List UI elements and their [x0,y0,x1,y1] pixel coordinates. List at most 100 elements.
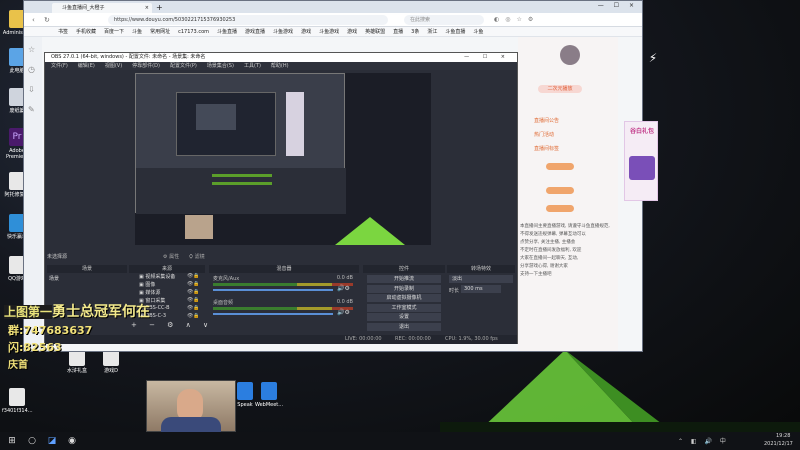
panel-paragraph-line: 分享游戏心得, 谢谢大家 [520,264,568,269]
window-controls[interactable]: — ☐ × [598,2,638,9]
panel-paragraph-line: 本直播间主要直播游戏, 请遵守斗鱼直播规范, [520,224,610,229]
history-icon[interactable]: ◷ [28,65,35,74]
new-tab-icon[interactable]: + [156,3,163,12]
obs-menu-item[interactable]: 编辑(E) [78,63,95,69]
refresh-icon[interactable]: ↻ [44,16,50,24]
bookmark-item[interactable]: c17173.com [178,29,209,35]
search-input[interactable]: 在此搜索 [404,15,484,25]
obs-menu-item[interactable]: 配置文件(P) [170,63,197,69]
mixer-meter-0 [213,283,353,286]
download-icon[interactable]: ⇩ [28,85,35,94]
panel-paragraph: 本直播间主要直播游戏, 请遵守斗鱼直播规范, 不得发送违规弹幕, 弹幕互动可以 点赞… [520,223,614,279]
mixer-slider-0[interactable] [213,289,333,291]
add-source-icon[interactable]: + − ⚙ ∧ ∨ [131,321,213,329]
bookmark-item[interactable]: 百度一下 [104,29,124,35]
obs-menu-item[interactable]: 视图(V) [105,63,122,69]
bookmark-item[interactable]: 斗鱼 [132,29,142,35]
bookmark-item[interactable]: 斗鱼游戏 [273,29,293,35]
visibility-eye-icon[interactable]: 👁🔒 [187,297,200,303]
obs-taskbar-icon[interactable]: ◉ [66,435,78,447]
control-button[interactable]: 设置 [367,313,441,321]
star-icon[interactable]: ☆ [28,45,35,54]
bookmark-item[interactable]: 游戏直播 [245,29,265,35]
source-item[interactable]: ▣ 媒体源 [139,289,160,296]
control-button[interactable]: 启动虚拟摄像机 [367,294,441,302]
extensions-icons[interactable]: ◐◎☆⚙ [494,16,539,23]
panel-line-0: 直播间公告 [534,118,560,124]
panel-pill-2[interactable] [546,205,574,212]
overlay-line3: 庆首 [8,360,28,371]
obs-filters-icon[interactable]: ⛭ 滤镜 [189,253,205,260]
obs-window-controls[interactable]: — ☐ × [464,53,511,62]
bookmark-item[interactable]: 手机收藏 [76,29,96,35]
page-side-panel: 二次元播放 直播间公告 热门活动 直播间标签 本直播间主要直播游戏, 请遵守斗鱼… [518,37,618,351]
gift-badge[interactable]: 谷白礼包 [624,121,658,201]
transition-duration-input[interactable]: 300 ms [461,285,501,293]
speaker-icon-0[interactable]: 🔊⚙ [337,285,350,292]
obs-properties-icon[interactable]: ⚙ 属性 [163,253,179,260]
bookmark-item[interactable]: 斗鱼直播 [445,29,465,35]
obs-titlebar: OBS 27.0.1 (64-bit, windows) - 配置文件: 未命名… [45,53,517,62]
scene-item[interactable]: 场景 [49,275,59,282]
file-icon [9,388,25,406]
control-button[interactable]: 开始录制 [367,284,441,293]
panel-pill-0[interactable] [546,163,574,170]
panel-paragraph-line: 点赞分享, 关注主播, 主播会 [520,240,576,245]
bookmark-item[interactable]: 游戏 [301,29,311,35]
streamer-avatar[interactable] [560,45,580,65]
panel-title-controls: 控件 [363,265,445,273]
desktop-icon-file[interactable]: f3401f314... [2,388,33,414]
speaker-icon-1[interactable]: 🔊⚙ [337,309,350,316]
bookmark-item[interactable]: 游戏 [347,29,357,35]
browser-tab[interactable]: 斗鱼直播间_大橙子 × [52,3,152,13]
transition-select[interactable]: 淡出 [449,275,513,283]
pc-play-button[interactable]: 二次元播放 [538,85,582,93]
control-button[interactable]: 退出 [367,322,441,331]
obs-menu-item[interactable]: 帮助(H) [271,63,289,69]
panel-line-2: 直播间标签 [534,146,560,152]
visibility-eye-icon[interactable]: 👁🔒 [187,281,200,287]
back-icon[interactable]: ‹ [32,16,35,24]
desktop-icon-webmeet[interactable]: WebMeet... [254,382,284,408]
overlay-title: 上图第一勇士总冠军何在 [4,304,151,320]
obs-source-label: 未选择源 [47,254,68,260]
bookmark-item[interactable]: 斗鱼 [473,29,483,35]
note-icon[interactable]: ✎ [28,105,35,114]
panel-paragraph-line: 大家在直播间一起聊天, 互动, [520,256,579,261]
speak-app-icon [237,382,253,400]
close-tab-icon[interactable]: × [145,3,149,13]
source-item[interactable]: ▣ 图像 [139,281,155,288]
bookmark-item[interactable]: 英雄联盟 [365,29,385,35]
bookmark-item[interactable]: 书签 [58,29,68,35]
bookmark-item[interactable]: 常用网址 [150,29,170,35]
obs-menu-item[interactable]: 文件(F) [51,63,68,69]
bookmark-item[interactable]: 直播 [393,29,403,35]
visibility-eye-icon[interactable]: 👁🔒 [187,305,200,311]
obs-menu-item[interactable]: 停靠部件(D) [132,63,160,69]
search-icon[interactable]: ○ [26,435,38,447]
panel-title-transitions: 转场特效 [447,265,515,273]
bookmark-item[interactable]: 浙江 [427,29,437,35]
task-view-icon[interactable]: ◪ [46,435,58,447]
panel-pill-1[interactable] [546,187,574,194]
source-item[interactable]: ▣ 视频采集设备 [139,273,175,280]
visibility-eye-icon[interactable]: 👁🔒 [187,289,200,295]
obs-menu-item[interactable]: 场景集合(S) [207,63,234,69]
bookmark-item[interactable]: 3条 [411,29,419,35]
windows-start-icon[interactable]: ⊞ [6,435,18,447]
mixer-track-1: 桌面音频 0.0 dB [213,299,353,306]
panel-title-sources: 来源 [129,265,205,273]
visibility-eye-icon[interactable]: 👁🔒 [187,273,200,279]
obs-menu-item[interactable]: 工具(T) [244,63,261,69]
system-tray-icons[interactable]: ⌃ ◧ 🔊 中 [678,436,729,445]
right-app-icon[interactable]: ⚡ [644,49,662,67]
mixer-slider-1[interactable] [213,313,333,315]
bookmark-item[interactable]: 斗鱼直播 [217,29,237,35]
panel-line-1: 热门活动 [534,132,555,138]
control-button[interactable]: 工作室模式 [367,303,441,312]
control-button[interactable]: 开始推流 [367,275,441,283]
visibility-eye-icon[interactable]: 👁🔒 [187,313,200,319]
url-input[interactable]: https://www.douyu.com/503022171537693025… [108,15,388,25]
bookmark-item[interactable]: 斗鱼游戏 [319,29,339,35]
taskbar-date: 2021/12/17 [764,441,793,447]
